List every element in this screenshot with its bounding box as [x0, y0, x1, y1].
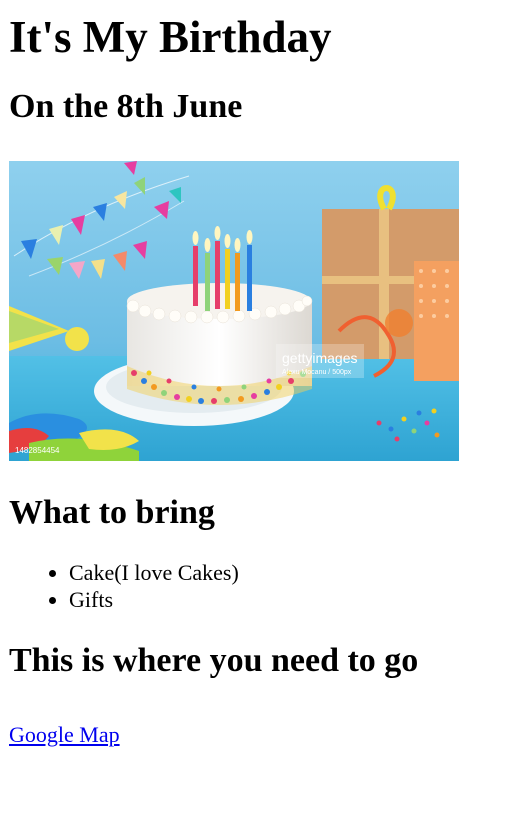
list-item: Gifts — [69, 586, 514, 613]
birthday-cake-image: gettyimages Alexu Mocanu / 500px 1482854… — [9, 161, 459, 461]
page-subtitle: On the 8th June — [9, 88, 243, 125]
list-item: Cake(I love Cakes) — [69, 559, 514, 586]
photo-credit: Alexu Mocanu / 500px — [282, 369, 352, 376]
directions-heading: This is where you need to go — [9, 642, 419, 679]
image-id: 1482854454 — [15, 446, 60, 455]
watermark-text: gettyimages — [282, 350, 357, 366]
page-title: It's My Birthday — [9, 12, 332, 62]
bring-heading: What to bring — [9, 494, 215, 531]
bring-list: Cake(I love Cakes) Gifts — [9, 559, 514, 613]
google-map-link[interactable]: Google Map — [9, 721, 120, 748]
